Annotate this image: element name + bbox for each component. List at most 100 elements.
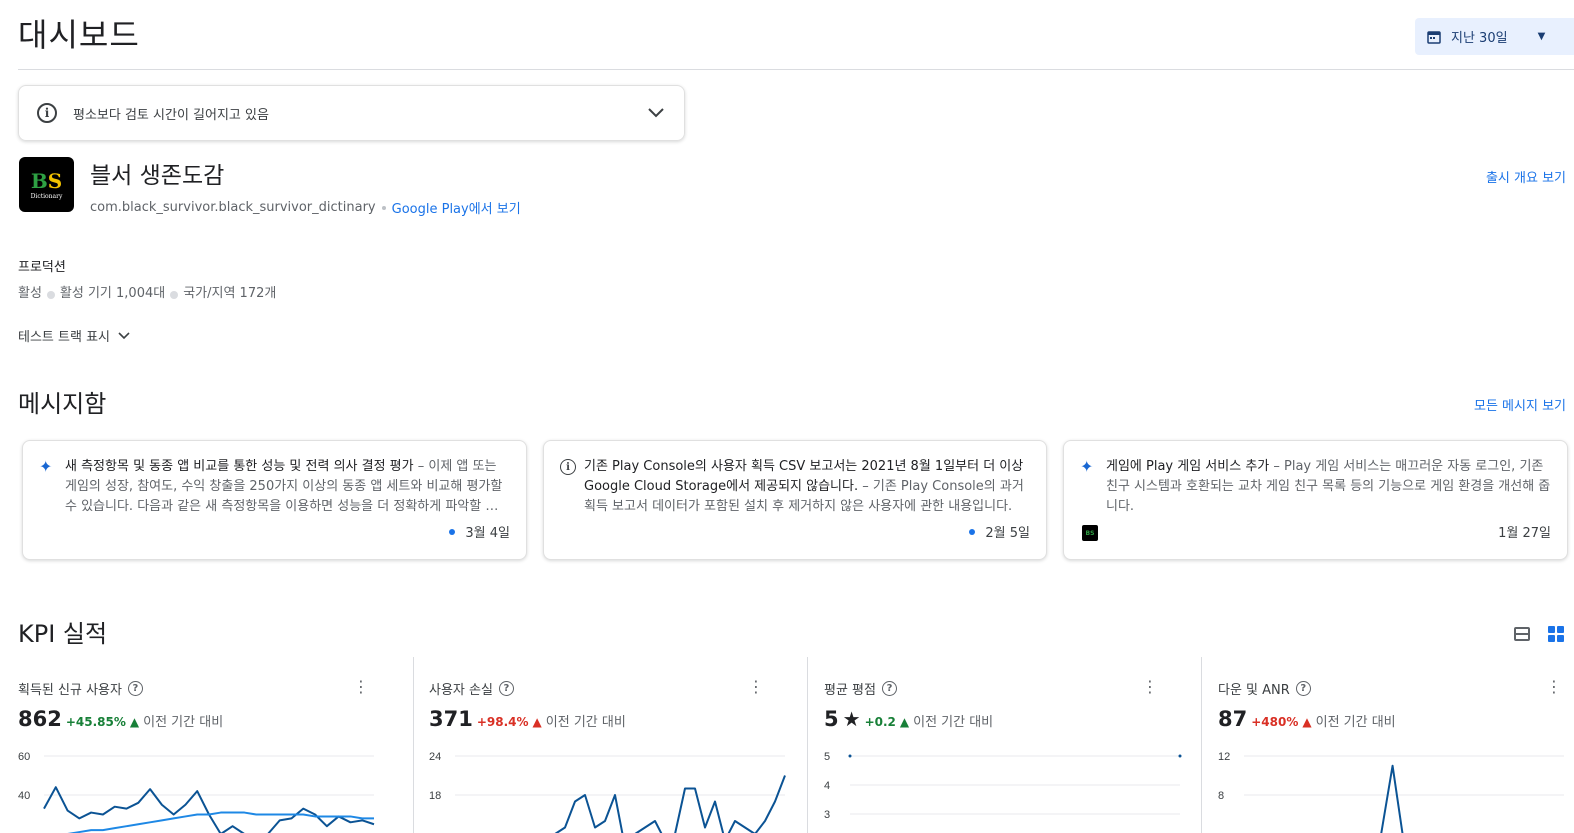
grid-view-icon[interactable]: [1548, 626, 1564, 642]
kpi-card: 평균 평점? ⋮ 5 ★ +0.2 ▲ 이전 기간 대비 543: [807, 657, 1184, 833]
trend-up-icon: ▲: [1302, 715, 1312, 729]
release-overview-link[interactable]: 출시 개요 보기: [1486, 167, 1566, 186]
more-vert-icon[interactable]: ⋮: [748, 679, 764, 695]
kpi-card-title: 평균 평점?: [824, 679, 897, 698]
help-icon[interactable]: ?: [498, 681, 514, 696]
kpi-divider: [807, 657, 808, 833]
data-point: [1178, 754, 1182, 758]
help-icon[interactable]: ?: [127, 681, 143, 696]
help-icon[interactable]: ?: [881, 681, 897, 696]
app-name: 블서 생존도감: [90, 163, 225, 189]
notice-text: 평소보다 검토 시간이 길어지고 있음: [73, 107, 269, 123]
kpi-card-title: 획득된 신규 사용자?: [18, 679, 143, 698]
message-card[interactable]: ✦ 게임에 Play 게임 서비스 추가 – Play 게임 서비스는 매끄러운…: [1063, 440, 1568, 560]
kpi-compare-label: 이전 기간 대비: [143, 715, 224, 730]
trend-up-icon: ▲: [532, 715, 542, 729]
kpi-title-text: 획득된 신규 사용자: [18, 683, 122, 698]
more-vert-icon[interactable]: ⋮: [1546, 679, 1562, 695]
kpi-value: 5: [824, 707, 839, 731]
view-toggle: [1514, 626, 1564, 642]
message-title: 새 측정항목 및 동종 앱 비교를 통한 성능 및 전력 의사 결정 평가: [65, 459, 414, 474]
review-time-notice[interactable]: i 평소보다 검토 시간이 길어지고 있음: [18, 85, 685, 141]
series-line: [43, 786, 375, 833]
separator-dot: [170, 290, 179, 299]
y-tick-label: 24: [429, 751, 441, 763]
help-icon[interactable]: ?: [1295, 681, 1311, 696]
y-tick-label: 18: [429, 790, 441, 802]
kpi-card: 다운 및 ANR? ⋮ 87 +480% ▲ 이전 기간 대비 12 8: [1201, 657, 1574, 833]
app-package-name: com.black_survivor.black_survivor_dictin…: [90, 200, 376, 215]
date-range-button[interactable]: 지난 30일 ▼: [1415, 18, 1574, 55]
date-range-label: 지난 30일: [1451, 31, 1508, 46]
page-title: 대시보드: [18, 16, 140, 54]
series-line: [515, 775, 786, 833]
message-text: 기존 Play Console의 사용자 획득 CSV 보고서는 2021년 8…: [584, 457, 1030, 517]
message-date: 3월 4일: [465, 526, 510, 541]
message-date: 2월 5일: [985, 526, 1030, 541]
y-tick-label: 3: [824, 809, 830, 821]
kpi-card-title: 사용자 손실?: [429, 679, 514, 698]
app-package-row: com.black_survivor.black_survivor_dictin…: [90, 198, 521, 217]
trend-up-icon: ▲: [899, 715, 910, 729]
google-play-link[interactable]: Google Play에서 보기: [392, 198, 521, 217]
app-icon: BS Dictionary: [19, 157, 74, 212]
kpi-value-row: 5 ★ +0.2 ▲ 이전 기간 대비: [824, 707, 993, 731]
trend-up-icon: ▲: [129, 715, 140, 729]
y-tick-label: 8: [1218, 790, 1224, 802]
inbox-title: 메시지함: [18, 390, 107, 418]
more-vert-icon[interactable]: ⋮: [353, 679, 369, 695]
country-count: 국가/지역 172개: [183, 286, 277, 301]
kpi-title: KPI 실적: [18, 620, 108, 648]
kpi-change: +0.2: [864, 715, 896, 729]
all-messages-link[interactable]: 모든 메시지 보기: [1474, 395, 1566, 414]
message-date-row: 2월 5일: [969, 522, 1030, 541]
kpi-card: 사용자 손실? ⋮ 371 +98.4% ▲ 이전 기간 대비 24 18: [413, 657, 790, 833]
message-date-row: 1월 27일: [1498, 522, 1551, 541]
y-tick-label: 60: [18, 751, 30, 763]
app-icon-subtext: Dictionary: [30, 193, 63, 200]
chevron-down-icon: [118, 331, 130, 339]
series-line: [1301, 764, 1553, 833]
active-devices: 활성 기기 1,004대: [59, 286, 166, 301]
message-text: 새 측정항목 및 동종 앱 비교를 통한 성능 및 전력 의사 결정 평가 – …: [65, 457, 510, 517]
kpi-value: 371: [429, 707, 473, 731]
kpi-value-row: 862 +45.85% ▲ 이전 기간 대비: [18, 707, 223, 731]
kpi-value-row: 87 +480% ▲ 이전 기간 대비: [1218, 707, 1396, 731]
y-tick-label: 5: [824, 751, 830, 763]
kpi-compare-label: 이전 기간 대비: [1315, 715, 1396, 730]
message-date-row: 3월 4일: [449, 522, 510, 541]
kpi-title-text: 평균 평점: [824, 683, 876, 698]
sparkle-icon: ✦: [39, 457, 53, 476]
info-icon: i: [560, 459, 576, 475]
kpi-card-title: 다운 및 ANR?: [1218, 679, 1311, 698]
message-card[interactable]: ✦ 새 측정항목 및 동종 앱 비교를 통한 성능 및 전력 의사 결정 평가 …: [22, 440, 527, 560]
more-vert-icon[interactable]: ⋮: [1142, 679, 1158, 695]
star-icon: ★: [842, 707, 861, 731]
kpi-compare-label: 이전 기간 대비: [913, 715, 994, 730]
calendar-icon: [1427, 30, 1441, 44]
separator-dot: [46, 290, 55, 299]
message-date: 1월 27일: [1498, 526, 1551, 541]
message-card[interactable]: i 기존 Play Console의 사용자 획득 CSV 보고서는 2021년…: [543, 440, 1047, 560]
kpi-card: 획득된 신규 사용자? ⋮ 862 +45.85% ▲ 이전 기간 대비 60 40: [18, 657, 395, 833]
chevron-down-icon[interactable]: [648, 108, 664, 118]
sparkle-icon: ✦: [1080, 457, 1094, 476]
kpi-compare-label: 이전 기간 대비: [545, 715, 626, 730]
kpi-line-chart: 12 8: [1218, 751, 1564, 833]
kpi-change: +480%: [1251, 715, 1299, 729]
message-text: 게임에 Play 게임 서비스 추가 – Play 게임 서비스는 매끄러운 자…: [1106, 457, 1551, 517]
app-mini-icon: BS: [1082, 525, 1098, 541]
list-view-icon[interactable]: [1514, 627, 1530, 641]
separator-dot: [381, 205, 386, 210]
unread-dot: [449, 528, 456, 535]
app-icon-logo: BS: [30, 169, 63, 193]
production-status: 활성: [18, 286, 42, 301]
kpi-change: +98.4%: [476, 715, 529, 729]
production-info: 활성 활성 기기 1,004대 국가/지역 172개: [18, 282, 276, 301]
show-test-tracks-toggle[interactable]: 테스트 트랙 표시: [18, 326, 130, 345]
y-tick-label: 40: [18, 790, 30, 802]
y-tick-label: 12: [1218, 751, 1230, 763]
header-divider: [18, 69, 1574, 70]
production-title: 프로덕션: [18, 260, 66, 275]
kpi-line-chart: 5 4 3: [824, 751, 1182, 821]
